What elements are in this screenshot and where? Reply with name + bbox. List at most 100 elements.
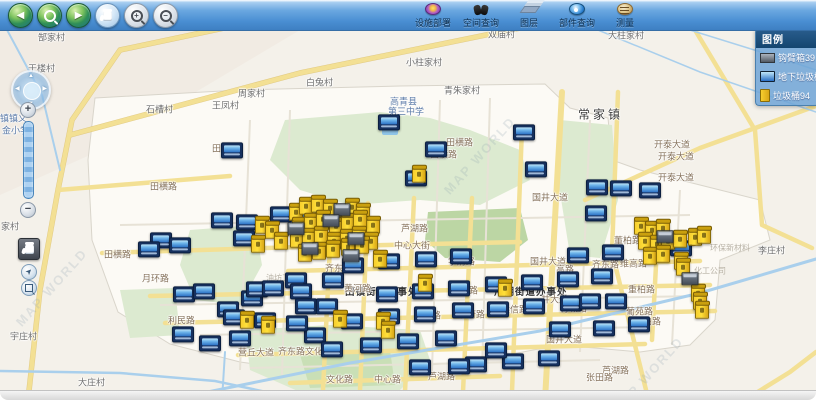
underground-bin-marker[interactable] bbox=[513, 124, 535, 140]
toolbar-button-2[interactable]: 空间查询 bbox=[460, 2, 502, 29]
underground-bin-marker[interactable] bbox=[295, 298, 317, 314]
hook-arm-box-marker[interactable] bbox=[682, 272, 699, 285]
underground-bin-marker[interactable] bbox=[450, 248, 472, 264]
forward-globe-icon[interactable]: ▶ bbox=[66, 3, 91, 28]
component-query-icon bbox=[569, 3, 585, 15]
hook-arm-box-marker[interactable] bbox=[657, 230, 674, 243]
hook-arm-box-marker[interactable] bbox=[323, 214, 340, 227]
underground-bin-marker[interactable] bbox=[173, 286, 195, 302]
underground-bin-marker[interactable] bbox=[567, 247, 589, 263]
underground-bin-marker[interactable] bbox=[591, 268, 613, 284]
trash-bin-marker[interactable] bbox=[673, 231, 687, 248]
forward-globe-icon: ▶ bbox=[75, 11, 83, 21]
toolbar-button-3[interactable]: 图层 bbox=[508, 2, 550, 29]
toolbar-button-1[interactable]: 设施部署 bbox=[412, 2, 454, 29]
underground-bin-marker[interactable] bbox=[425, 141, 447, 157]
underground-bin-marker[interactable] bbox=[322, 272, 344, 288]
underground-bin-marker[interactable] bbox=[360, 337, 382, 353]
trash-bin-marker[interactable] bbox=[240, 312, 254, 329]
underground-bin-marker[interactable] bbox=[262, 280, 284, 296]
trash-bin-marker[interactable] bbox=[251, 236, 265, 253]
underground-bin-marker[interactable] bbox=[415, 251, 437, 267]
underground-bin-marker[interactable] bbox=[586, 179, 608, 195]
underground-bin-marker[interactable] bbox=[138, 241, 160, 257]
toolbar-button-5[interactable]: 测量 bbox=[604, 2, 646, 29]
trash-bin-marker[interactable] bbox=[418, 275, 432, 292]
map-label: 常家镇 bbox=[578, 106, 623, 123]
map-canvas[interactable]: 郜家村于楼村石槽村家村宇庄村大庄村大柱家村双庙村小柱家村白兔村周家村王凤村青朱家… bbox=[0, 30, 816, 392]
trash-bin-marker[interactable] bbox=[326, 241, 340, 258]
legend-item-underground-bin[interactable]: 地下垃圾桶 bbox=[756, 67, 816, 86]
trash-bin-marker[interactable] bbox=[656, 246, 670, 263]
pan-center-knob[interactable] bbox=[23, 82, 41, 100]
underground-bin-marker[interactable] bbox=[628, 316, 650, 332]
search-globe-icon[interactable] bbox=[37, 3, 62, 28]
underground-bin-marker[interactable] bbox=[602, 244, 624, 260]
underground-bin-marker[interactable] bbox=[193, 283, 215, 299]
underground-bin-marker[interactable] bbox=[487, 301, 509, 317]
underground-bin-marker[interactable] bbox=[579, 293, 601, 309]
map-label: 郜家村 bbox=[38, 31, 65, 44]
zoom-out-icon[interactable]: − bbox=[153, 3, 178, 28]
zoom-slider[interactable] bbox=[23, 121, 34, 199]
underground-bin-marker[interactable] bbox=[172, 326, 194, 342]
underground-bin-marker[interactable] bbox=[199, 335, 221, 351]
trash-bin-marker[interactable] bbox=[373, 251, 387, 268]
underground-bin-marker[interactable] bbox=[211, 212, 233, 228]
underground-bin-marker[interactable] bbox=[169, 237, 191, 253]
underground-bin-marker[interactable] bbox=[585, 205, 607, 221]
hook-arm-box-marker[interactable] bbox=[348, 232, 365, 245]
underground-bin-marker[interactable] bbox=[221, 142, 243, 158]
pan-hand-icon[interactable] bbox=[95, 3, 120, 28]
underground-bin-marker[interactable] bbox=[376, 286, 398, 302]
zoom-in-icon[interactable]: + bbox=[124, 3, 149, 28]
hook-arm-box-marker[interactable] bbox=[302, 242, 319, 255]
underground-bin-marker[interactable] bbox=[397, 333, 419, 349]
underground-bin-marker[interactable] bbox=[549, 321, 571, 337]
slider-zoom-in-button[interactable]: + bbox=[20, 102, 36, 118]
toolbar-button-4[interactable]: 部件查询 bbox=[556, 2, 598, 29]
underground-bin-marker[interactable] bbox=[378, 114, 400, 130]
legend-item-hook-arm-box[interactable]: 钩臂箱39 bbox=[756, 48, 816, 67]
underground-bin-marker[interactable] bbox=[593, 320, 615, 336]
underground-bin-marker[interactable] bbox=[435, 330, 457, 346]
underground-bin-marker[interactable] bbox=[605, 293, 627, 309]
trash-bin-marker[interactable] bbox=[643, 248, 657, 265]
trash-bin-marker[interactable] bbox=[412, 166, 426, 183]
underground-bin-marker[interactable] bbox=[639, 182, 661, 198]
underground-bin-marker[interactable] bbox=[452, 302, 474, 318]
trash-bin-marker[interactable] bbox=[333, 311, 347, 328]
pan-north-icon: ▲ bbox=[28, 73, 34, 79]
underground-bin-marker[interactable] bbox=[557, 271, 579, 287]
underground-bin-marker[interactable] bbox=[448, 358, 470, 374]
hook-arm-box-marker[interactable] bbox=[288, 222, 305, 235]
underground-bin-marker[interactable] bbox=[523, 298, 545, 314]
underground-bin-marker[interactable] bbox=[229, 330, 251, 346]
legend-item-label: 钩臂箱39 bbox=[778, 51, 815, 64]
trash-bin-marker[interactable] bbox=[695, 302, 709, 319]
zoom-out-icon: − bbox=[160, 10, 172, 22]
trash-bin-marker[interactable] bbox=[381, 322, 395, 339]
trash-bin-marker[interactable] bbox=[261, 317, 275, 334]
pan-tool-button[interactable] bbox=[18, 238, 40, 260]
underground-bin-marker[interactable] bbox=[286, 315, 308, 331]
trash-bin-marker[interactable] bbox=[498, 280, 512, 297]
underground-bin-marker[interactable] bbox=[610, 180, 632, 196]
underground-bin-marker[interactable] bbox=[485, 342, 507, 358]
back-globe-icon[interactable]: ◀ bbox=[8, 3, 33, 28]
previous-extent-button[interactable]: ➤ bbox=[21, 264, 37, 280]
hook-arm-box-marker[interactable] bbox=[343, 249, 360, 262]
underground-bin-marker[interactable] bbox=[409, 359, 431, 375]
underground-bin-marker[interactable] bbox=[525, 161, 547, 177]
underground-bin-marker[interactable] bbox=[290, 283, 312, 299]
legend-item-trash-bin[interactable]: 垃圾桶94 bbox=[756, 86, 816, 105]
underground-bin-marker[interactable] bbox=[448, 280, 470, 296]
underground-bin-marker[interactable] bbox=[521, 274, 543, 290]
zoom-box-button[interactable] bbox=[21, 280, 37, 296]
slider-zoom-out-button[interactable]: − bbox=[20, 202, 36, 218]
trash-bin-marker[interactable] bbox=[274, 233, 288, 250]
underground-bin-marker[interactable] bbox=[538, 350, 560, 366]
underground-bin-marker[interactable] bbox=[321, 341, 343, 357]
trash-bin-marker[interactable] bbox=[697, 227, 711, 244]
underground-bin-marker[interactable] bbox=[414, 306, 436, 322]
